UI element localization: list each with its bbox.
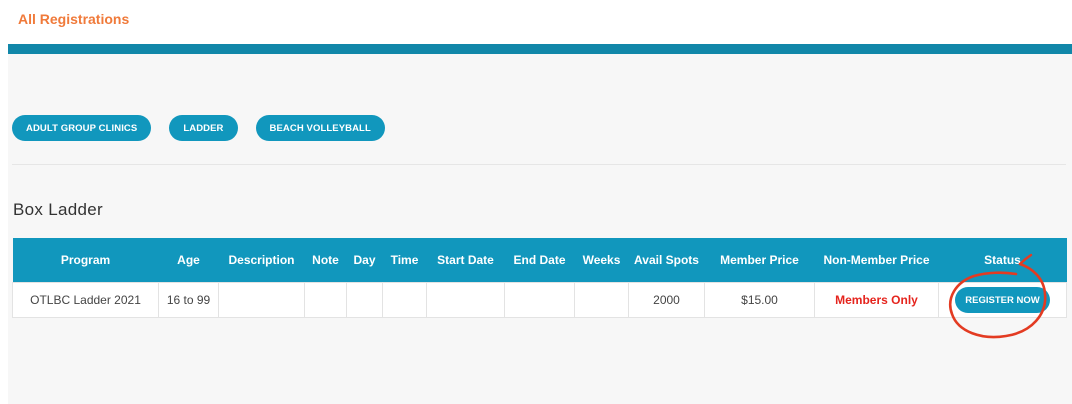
col-header-non-member-price: Non-Member Price [814, 238, 939, 283]
col-header-status: Status [938, 238, 1067, 283]
cell-status: REGISTER NOW [938, 282, 1067, 318]
filter-adult-group-clinics-button[interactable]: ADULT GROUP CLINICS [12, 115, 152, 141]
cell-note [304, 282, 347, 318]
col-header-day: Day [346, 238, 383, 283]
main-content: ADULT GROUP CLINICS LADDER BEACH VOLLEYB… [8, 54, 1072, 404]
filter-beach-volleyball-button[interactable]: BEACH VOLLEYBALL [255, 115, 385, 141]
cell-start-date [426, 282, 505, 318]
register-now-button[interactable]: REGISTER NOW [955, 287, 1050, 313]
accent-bar [8, 44, 1072, 54]
cell-age: 16 to 99 [158, 282, 219, 318]
filter-ladder-button[interactable]: LADDER [169, 115, 238, 141]
cell-description [218, 282, 305, 318]
breadcrumb-all-registrations[interactable]: All Registrations [18, 11, 129, 27]
col-header-end-date: End Date [504, 238, 575, 283]
col-header-time: Time [382, 238, 427, 283]
cell-end-date [504, 282, 575, 318]
table-row: OTLBC Ladder 2021 16 to 99 2000 $15.00 M… [12, 282, 1067, 318]
cell-avail-spots: 2000 [628, 282, 705, 318]
registrations-table: Program Age Description Note Day Time St… [12, 238, 1067, 318]
cell-time [382, 282, 427, 318]
col-header-description: Description [218, 238, 305, 283]
col-header-program: Program [12, 238, 159, 283]
table-header-row: Program Age Description Note Day Time St… [12, 238, 1067, 283]
col-header-member-price: Member Price [704, 238, 815, 283]
cell-member-price: $15.00 [704, 282, 815, 318]
cell-day [346, 282, 383, 318]
section-title: Box Ladder [13, 200, 103, 219]
cell-program: OTLBC Ladder 2021 [12, 282, 159, 318]
col-header-avail-spots: Avail Spots [628, 238, 705, 283]
cell-non-member-price: Members Only [814, 282, 939, 318]
col-header-age: Age [158, 238, 219, 283]
divider [12, 164, 1066, 165]
top-header: All Registrations [0, 0, 1072, 44]
category-filters: ADULT GROUP CLINICS LADDER BEACH VOLLEYB… [12, 115, 385, 141]
col-header-weeks: Weeks [574, 238, 629, 283]
col-header-note: Note [304, 238, 347, 283]
col-header-start-date: Start Date [426, 238, 505, 283]
cell-weeks [574, 282, 629, 318]
